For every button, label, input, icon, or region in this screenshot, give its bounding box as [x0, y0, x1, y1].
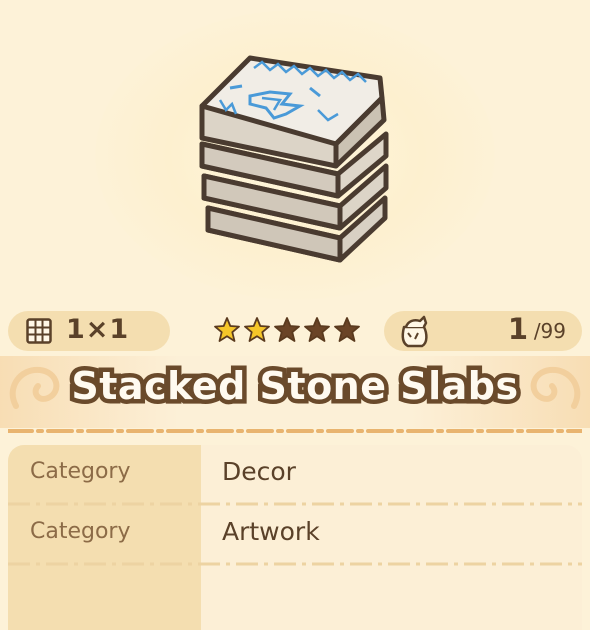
star-empty-icon: [304, 317, 330, 342]
item-info-bar: 1×1 1 /99: [8, 311, 582, 351]
star-filled-icon: [244, 317, 270, 342]
item-name-title: Stacked Stone Slabs: [67, 360, 523, 413]
detail-row: Category Decor: [8, 445, 582, 503]
star-empty-icon: [334, 317, 360, 342]
owned-count: 1: [507, 312, 528, 346]
detail-value: Artwork: [222, 517, 320, 546]
divider: [8, 429, 582, 433]
detail-row: Category Artwork: [8, 505, 582, 563]
star-empty-icon: [274, 317, 300, 342]
owned-max: /99: [533, 319, 566, 343]
rarity-stars: [213, 316, 361, 346]
owned-pill: 1 /99: [384, 311, 582, 351]
detail-label: Category: [30, 459, 131, 484]
star-filled-icon: [214, 317, 240, 342]
size-pill: 1×1: [8, 311, 170, 351]
row-divider: [8, 562, 582, 566]
item-details-table: Category Decor Category Artwork: [8, 445, 582, 630]
stone-slab-stack-icon: [199, 55, 389, 263]
bag-icon: [401, 315, 428, 348]
detail-value: Decor: [222, 457, 296, 486]
item-size: 1×1: [66, 314, 130, 345]
detail-label: Category: [30, 519, 131, 544]
grid-icon: [26, 318, 52, 344]
